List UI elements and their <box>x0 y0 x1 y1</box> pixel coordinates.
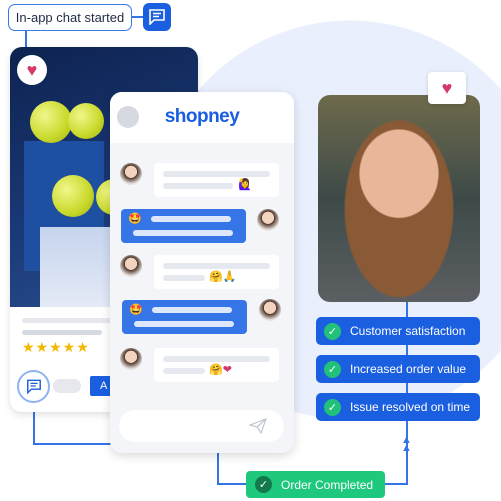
emoji: 🤗🙏 <box>209 271 237 283</box>
connector-line <box>25 30 27 48</box>
heart-icon[interactable]: ♥ <box>17 55 47 85</box>
message-bubble: 🤗❤ <box>154 348 279 382</box>
outcome-badge: ✓ Increased order value <box>316 355 480 383</box>
message-bubble: 🤩 <box>122 300 247 334</box>
chat-icon[interactable] <box>143 3 171 31</box>
chat-header: shopney <box>110 92 294 143</box>
emoji: 🤩 <box>129 304 143 316</box>
message-input[interactable] <box>119 410 284 442</box>
rating-stars: ★★★★★ <box>22 339 90 355</box>
message-bubble: 🤩 <box>121 209 246 243</box>
outcome-label: Issue resolved on time <box>350 400 471 414</box>
emoji: 🙋‍♀️ <box>238 179 252 191</box>
avatar <box>259 299 281 321</box>
outcome-badge: ✓ Issue resolved on time <box>316 393 480 421</box>
message-bubble: 🙋‍♀️ <box>154 163 279 197</box>
order-label: Order Completed <box>281 477 374 492</box>
outcome-label: Increased order value <box>350 362 467 376</box>
check-icon: ✓ <box>255 476 272 493</box>
quantity-pill[interactable] <box>53 379 81 393</box>
check-icon: ✓ <box>324 322 341 340</box>
connector-line <box>217 453 219 484</box>
outcome-badge: ✓ Customer satisfaction <box>316 317 480 345</box>
message-bubble: 🤗🙏 <box>154 255 279 289</box>
connector-line <box>131 16 143 18</box>
heart-icon[interactable]: ♥ <box>428 72 466 104</box>
chat-window: shopney 🙋‍♀️ 🤩 🤗🙏 🤩 🤗❤ <box>110 92 294 453</box>
chat-icon[interactable] <box>17 370 50 403</box>
avatar <box>120 163 142 185</box>
connector-line <box>217 483 247 485</box>
outcome-label: Customer satisfaction <box>350 324 466 338</box>
avatar <box>257 209 279 231</box>
avatar <box>120 255 142 277</box>
chat-started-label: In-app chat started <box>8 4 132 31</box>
order-completed-badge: ✓ Order Completed <box>246 471 385 498</box>
connector-line <box>33 443 111 445</box>
arrow-up-icon: ▲ ▲ <box>401 434 412 454</box>
avatar <box>120 348 142 370</box>
placeholder-line <box>22 330 102 335</box>
send-icon[interactable] <box>249 418 267 434</box>
customer-photo <box>318 95 480 302</box>
emoji: 🤗❤ <box>209 364 232 376</box>
brand-logo: shopney <box>164 106 240 127</box>
connector-line <box>385 483 408 485</box>
check-icon: ✓ <box>324 398 341 416</box>
emoji: 🤩 <box>128 213 142 225</box>
check-icon: ✓ <box>324 360 341 378</box>
